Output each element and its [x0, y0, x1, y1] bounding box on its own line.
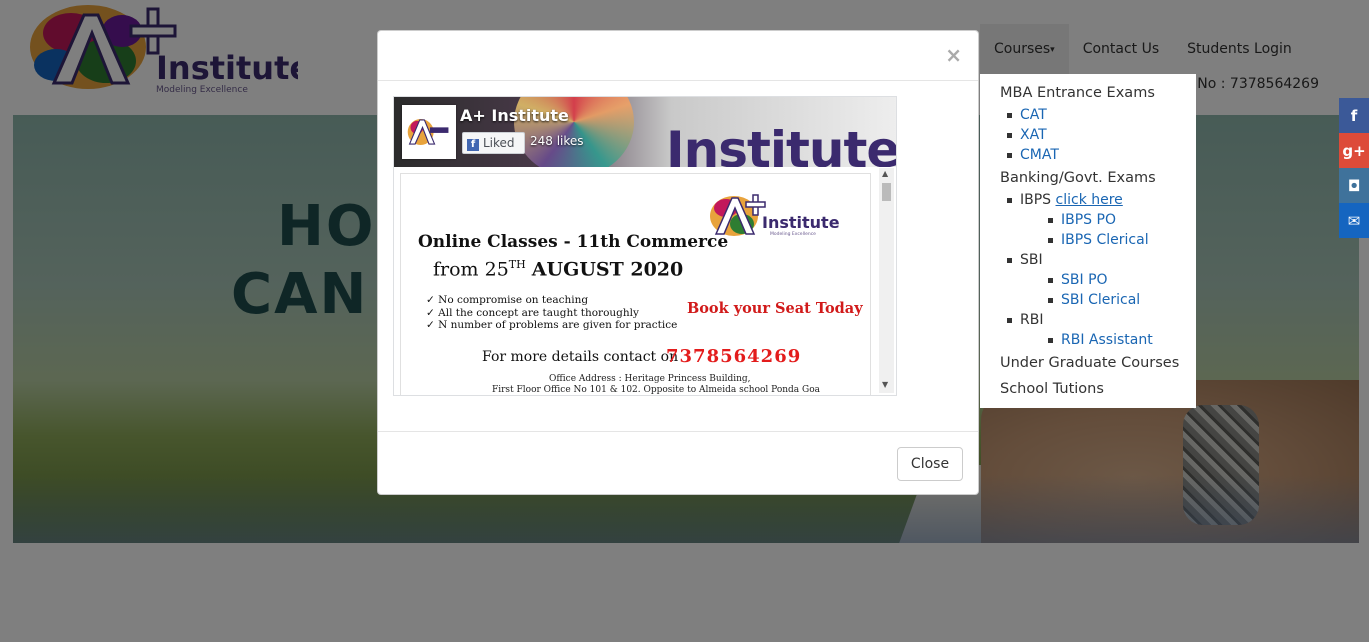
- list-item: SBI: [1000, 250, 1196, 270]
- list-item: ✓ N number of problems are given for pra…: [426, 319, 678, 331]
- link-cat[interactable]: CAT: [1020, 107, 1047, 123]
- list-item: XAT: [1000, 125, 1196, 145]
- rbi-label: RBI: [1020, 312, 1044, 328]
- banking-list: IBPS click here: [1000, 190, 1196, 210]
- ibps-click-here-link[interactable]: click here: [1056, 192, 1123, 208]
- banking-heading: Banking/Govt. Exams: [1000, 170, 1156, 186]
- fb-cover-text: Institute: [666, 121, 897, 167]
- ibps-sublist: IBPS PO IBPS Clerical: [1000, 210, 1196, 250]
- mba-heading: MBA Entrance Exams: [1000, 85, 1155, 101]
- modal-footer: Close: [378, 431, 978, 495]
- email-icon[interactable]: ✉: [1339, 203, 1369, 238]
- promo-modal: × Institute A+ Institute f Liked 248 like…: [377, 30, 979, 495]
- sbi-list: SBI: [1000, 250, 1196, 270]
- poster-date: from 25TH AUGUST 2020: [433, 258, 684, 281]
- list-item: CMAT: [1000, 145, 1196, 165]
- rbi-list: RBI: [1000, 310, 1196, 330]
- list-item: RBI: [1000, 310, 1196, 330]
- link-xat[interactable]: XAT: [1020, 127, 1047, 143]
- facebook-page-widget: Institute A+ Institute f Liked 248 likes …: [393, 96, 897, 396]
- svg-text:Institute: Institute: [762, 213, 840, 232]
- fb-scrollbar[interactable]: ▲ ▼: [879, 168, 894, 393]
- list-item: SBI Clerical: [1000, 290, 1196, 310]
- list-item: CAT: [1000, 105, 1196, 125]
- list-item: IBPS PO: [1000, 210, 1196, 230]
- list-item: ✓ No compromise on teaching: [426, 294, 589, 306]
- sbi-label: SBI: [1020, 252, 1043, 268]
- poster-checklist: ✓ No compromise on teaching ✓ All the co…: [426, 294, 677, 332]
- facebook-icon: f: [467, 139, 479, 151]
- ibps-label: IBPS: [1020, 192, 1052, 208]
- link-ibps-clerical[interactable]: IBPS Clerical: [1061, 232, 1149, 248]
- list-item: IBPS click here: [1000, 190, 1196, 210]
- svg-text:Modeling Excellence: Modeling Excellence: [770, 231, 816, 237]
- list-item: SBI PO: [1000, 270, 1196, 290]
- fb-liked-button[interactable]: f Liked: [462, 132, 525, 154]
- facebook-icon[interactable]: f: [1339, 98, 1369, 133]
- ug-courses-link[interactable]: Under Graduate Courses: [1000, 352, 1196, 375]
- rbi-sublist: RBI Assistant: [1000, 330, 1196, 350]
- link-sbi-po[interactable]: SBI PO: [1061, 272, 1108, 288]
- mba-list: CAT XAT CMAT: [1000, 105, 1196, 165]
- fb-like-count: 248 likes: [530, 134, 584, 148]
- fb-page-name[interactable]: A+ Institute: [460, 106, 569, 125]
- poster-phone: 7378564269: [666, 346, 802, 367]
- fb-post-image[interactable]: Institute Modeling Excellence Online Cla…: [400, 173, 871, 395]
- school-tutions-link[interactable]: School Tutions: [1000, 378, 1196, 401]
- fb-page-avatar[interactable]: [402, 105, 456, 159]
- list-item: RBI Assistant: [1000, 330, 1196, 350]
- scroll-down-icon[interactable]: ▼: [882, 380, 888, 389]
- scroll-up-icon[interactable]: ▲: [882, 169, 888, 178]
- list-item: ✓ All the concept are taught thoroughly: [426, 306, 639, 319]
- poster-address-line-1: Office Address : Heritage Princess Build…: [549, 374, 751, 384]
- poster-address-line-2: First Floor Office No 101 & 102. Opposit…: [492, 385, 821, 395]
- poster-contact-text: For more details contact on: [482, 349, 679, 365]
- courses-dropdown-menu: MBA Entrance Exams CAT XAT CMAT Banking/…: [980, 74, 1196, 408]
- list-item: IBPS Clerical: [1000, 230, 1196, 250]
- link-sbi-clerical[interactable]: SBI Clerical: [1061, 292, 1140, 308]
- poster-book-seat: Book your Seat Today: [687, 300, 863, 317]
- instagram-icon[interactable]: ◘: [1339, 168, 1369, 203]
- close-button[interactable]: Close: [897, 447, 963, 481]
- poster-title: Online Classes - 11th Commerce: [418, 232, 729, 252]
- link-cmat[interactable]: CMAT: [1020, 147, 1059, 163]
- scroll-thumb[interactable]: [882, 183, 891, 201]
- google-plus-icon[interactable]: g+: [1339, 133, 1369, 168]
- close-icon[interactable]: ×: [945, 43, 962, 67]
- sbi-sublist: SBI PO SBI Clerical: [1000, 270, 1196, 310]
- link-rbi-assistant[interactable]: RBI Assistant: [1061, 332, 1153, 348]
- modal-header: ×: [378, 31, 978, 81]
- social-share-bar: f g+ ◘ ✉: [1339, 98, 1369, 238]
- link-ibps-po[interactable]: IBPS PO: [1061, 212, 1116, 228]
